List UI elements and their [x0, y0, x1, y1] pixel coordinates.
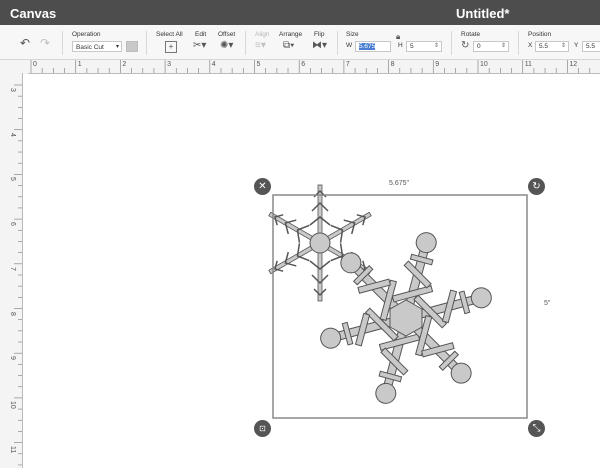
operation-value: Basic Cut	[76, 44, 104, 51]
ruler-label: 7	[9, 266, 16, 271]
select-all-label: Select All	[156, 31, 183, 38]
stepper-icon[interactable]: ⇕	[434, 42, 439, 51]
title-bar: Canvas Untitled*	[0, 0, 600, 25]
align-icon[interactable]: ≡▾	[255, 41, 266, 51]
ruler-label: 8	[390, 61, 395, 68]
ruler-label: 6	[9, 222, 16, 226]
ruler-label: 11	[9, 445, 16, 453]
separator	[146, 31, 147, 55]
operation-label: Operation	[72, 31, 101, 38]
lock-icon: ⊡	[259, 424, 266, 433]
stepper-icon[interactable]: ⇕	[501, 42, 506, 51]
offset-label: Offset	[218, 31, 236, 38]
ruler-label: 1	[77, 61, 82, 68]
height-input[interactable]: 5 ⇕	[406, 41, 442, 52]
ruler-label: 10	[480, 61, 488, 68]
ruler-label: 12	[569, 61, 578, 68]
ruler-label: 3	[167, 61, 171, 68]
align-label: Align	[255, 31, 270, 38]
redo-icon[interactable]: ↷	[40, 37, 50, 49]
ruler-label: 2	[122, 61, 127, 68]
ruler-label: 0	[33, 61, 37, 68]
rotate-handle[interactable]: ↻	[528, 178, 545, 195]
document-title[interactable]: Untitled*	[456, 6, 509, 21]
size-label: Size	[346, 31, 359, 38]
width-dimension: 5.675"	[389, 180, 410, 187]
horizontal-ruler-ticks	[30, 60, 591, 73]
x-label: X	[528, 42, 533, 49]
ruler-label: 6	[301, 61, 306, 68]
ruler-label: 4	[211, 61, 216, 68]
stepper-icon[interactable]: ⇕	[561, 42, 566, 51]
flip-label: Flip	[314, 31, 325, 38]
design-canvas[interactable]: 5.675" 5" ✕ ↻ ⊡ ⤡	[23, 74, 600, 468]
y-input[interactable]: 5.5	[582, 41, 600, 52]
arrange-icon[interactable]: ⧉▾	[283, 41, 294, 51]
close-icon: ✕	[258, 181, 267, 192]
ruler-label: 9	[435, 61, 440, 68]
width-input[interactable]: 5.675	[355, 41, 391, 52]
delete-handle[interactable]: ✕	[254, 178, 271, 195]
vertical-ruler[interactable]: 3 4 5 6 7 8 9 10 11	[8, 73, 23, 468]
select-all-button[interactable]: +	[165, 41, 177, 53]
lock-icon[interactable]: 🔒︎	[396, 32, 400, 42]
ruler-label: 5	[9, 177, 16, 182]
edit-label: Edit	[195, 31, 207, 38]
height-value: 5	[410, 43, 414, 50]
app-title: Canvas	[10, 6, 57, 21]
offset-icon[interactable]: ✺▾	[220, 41, 233, 51]
position-label: Position	[528, 31, 552, 38]
ruler-label: 5	[256, 61, 261, 68]
chevron-down-icon: ▾	[115, 44, 119, 50]
lock-handle[interactable]: ⊡	[254, 420, 271, 437]
ruler-label: 8	[9, 311, 16, 316]
separator	[451, 31, 452, 55]
x-input[interactable]: 5.5 ⇕	[535, 41, 569, 52]
scissors-icon[interactable]: ✂▾	[193, 41, 206, 51]
width-label: W	[346, 42, 353, 49]
ruler-label: 10	[9, 400, 16, 409]
x-value: 5.5	[539, 43, 549, 50]
ruler-label: 4	[9, 132, 16, 137]
arrange-label: Arrange	[279, 31, 303, 38]
ruler-label: 7	[345, 61, 350, 68]
rotate-label: Rotate	[461, 31, 481, 38]
ruler-label: 9	[9, 356, 16, 361]
width-value: 5.675	[359, 43, 376, 50]
separator	[245, 31, 246, 55]
operation-select[interactable]: Basic Cut ▾	[72, 41, 122, 52]
separator	[518, 31, 519, 55]
ruler-label: 11	[524, 61, 532, 68]
separator	[337, 31, 338, 55]
horizontal-ruler[interactable]: 0 1 2 3 4 5 6 7 8 9 10 11 12	[28, 60, 600, 74]
rotate-icon[interactable]: ↻	[461, 41, 469, 51]
resize-handle[interactable]: ⤡	[528, 420, 545, 437]
y-label: Y	[574, 42, 579, 49]
rotate-value: 0	[477, 43, 481, 50]
height-label: H	[398, 42, 403, 49]
resize-icon: ⤡	[532, 423, 541, 434]
color-swatch[interactable]	[126, 41, 138, 52]
undo-icon[interactable]: ↶	[20, 37, 30, 49]
ruler-label: 3	[9, 88, 16, 92]
y-value: 5.5	[586, 43, 596, 50]
height-dimension: 5"	[544, 300, 551, 307]
separator	[62, 31, 63, 55]
rotate-icon: ↻	[532, 181, 541, 192]
rotate-input[interactable]: 0 ⇕	[473, 41, 509, 52]
snowflake-artwork[interactable]	[23, 74, 600, 468]
flip-icon[interactable]: ⧓▾	[312, 41, 327, 51]
edit-toolbar: ↶ ↷ Operation Basic Cut ▾ Select All + Ed…	[0, 25, 600, 60]
